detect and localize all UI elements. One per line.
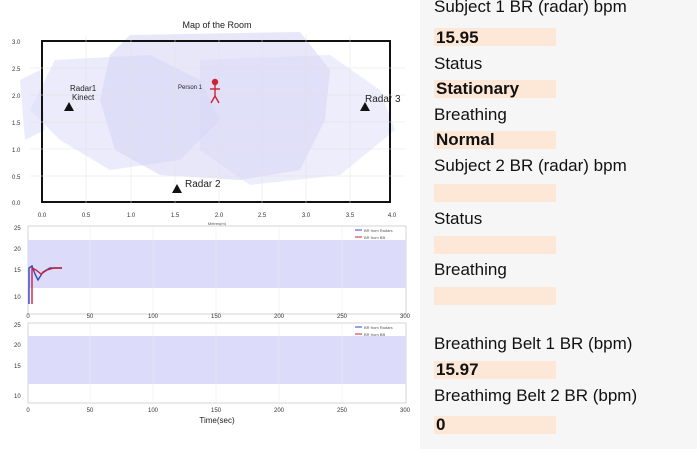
breathing1-label: Breathing — [434, 105, 507, 124]
person-label: Person 1 — [178, 85, 203, 91]
s2-x-tick: 100 — [148, 408, 159, 414]
s1-x-tick: 0 — [26, 314, 30, 320]
map-y-ticks: 3.0 2.5 2.0 1.5 1.0 0.5 0.0 — [12, 40, 21, 207]
subject1-br-label: Subject 1 BR (radar) bpm — [434, 0, 627, 16]
map-x-tick: 3.0 — [302, 213, 311, 219]
status1-value: Stationary — [436, 79, 520, 98]
status2-label: Status — [434, 209, 483, 228]
map-y-tick: 0.0 — [12, 201, 21, 207]
s1-x-tick: 100 — [148, 314, 159, 320]
map-x-tick: 2.0 — [215, 213, 224, 219]
map-x-tick: 1.5 — [171, 213, 180, 219]
map-x-tick: 1.0 — [127, 213, 136, 219]
s2-x-tick: 150 — [211, 408, 222, 414]
s1-x-tick: 50 — [87, 314, 94, 320]
s1-legend-belt: BR from BB — [364, 235, 385, 240]
map-title: Map of the Room — [182, 20, 251, 30]
radar2-marker-icon — [172, 184, 182, 193]
s2-x-tick: 50 — [87, 408, 94, 414]
status-panel: Subject 1 BR (radar) bpm 15.95 Status St… — [420, 0, 697, 449]
s1-y-tick: 20 — [14, 247, 21, 253]
belt1-label: Breathing Belt 1 BR (bpm) — [434, 334, 633, 353]
s2-legend-radar: BR from Radars — [364, 325, 393, 330]
map-x-tick: 3.5 — [346, 213, 355, 219]
belt1-value: 15.97 — [436, 360, 479, 379]
s1-x-tick: 200 — [274, 314, 285, 320]
s1-x-tick: 250 — [337, 314, 348, 320]
s2-legend-belt: BR from BB — [364, 332, 385, 337]
map-x-tick: 0.0 — [38, 213, 47, 219]
s2-y-tick: 25 — [14, 323, 21, 329]
s1-y-tick: 25 — [14, 226, 21, 232]
s2-x-tick: 200 — [274, 408, 285, 414]
radar1-sub-label: Kinect — [72, 93, 95, 102]
s2-x-tick: 250 — [337, 408, 348, 414]
plots-svg: Map of the Room 3.0 2.5 2.0 1.5 1.0 0.5 … — [12, 20, 411, 425]
map-x-tick: 4.0 — [388, 213, 397, 219]
radar2-label: Radar 2 — [185, 179, 221, 190]
s2-y-tick: 10 — [14, 394, 21, 400]
s2-x-tick: 0 — [26, 408, 30, 414]
s2-x-axis-label: Time(sec) — [199, 416, 235, 425]
map-y-tick: 2.0 — [12, 94, 21, 100]
status2-value-box — [434, 236, 556, 254]
map-x-axis-label: Metres(m) — [208, 221, 227, 226]
map-y-tick: 2.5 — [12, 67, 21, 73]
breathing1-value: Normal — [436, 130, 495, 149]
subject1-normal-band — [28, 240, 406, 288]
subject2-br-chart: 25 20 15 10 0 50 100 150 200 250 300 BR … — [14, 322, 411, 425]
subject2-normal-band — [28, 336, 406, 384]
s2-y-tick: 15 — [14, 364, 21, 370]
plots-panel: Map of the Room 3.0 2.5 2.0 1.5 1.0 0.5 … — [0, 0, 420, 449]
belt2-label: Breathimg Belt 2 BR (bpm) — [434, 386, 638, 405]
subject2-br-value-box — [434, 184, 556, 202]
breathing2-label: Breathing — [434, 260, 507, 279]
belt2-value-box — [434, 416, 556, 434]
radar1-label: Radar1 — [70, 84, 97, 93]
s2-x-tick: 300 — [400, 408, 411, 414]
subject1-br-value: 15.95 — [436, 28, 479, 47]
map-x-tick: 2.5 — [258, 213, 267, 219]
s1-x-tick: 150 — [211, 314, 222, 320]
map-y-tick: 1.0 — [12, 148, 21, 154]
s2-y-tick: 20 — [14, 343, 21, 349]
s1-x-tick: 300 — [400, 314, 411, 320]
map-y-tick: 0.5 — [12, 175, 21, 181]
radar3-label: Radar 3 — [365, 94, 401, 105]
belt2-value: 0 — [436, 415, 446, 434]
radar-coverage-area — [20, 32, 395, 185]
subject2-br-label: Subject 2 BR (radar) bpm — [434, 156, 627, 175]
map-y-tick: 1.5 — [12, 121, 21, 127]
map-x-tick: 0.5 — [82, 213, 91, 219]
map-y-tick: 3.0 — [12, 40, 21, 46]
breathing2-value-box — [434, 287, 556, 305]
s1-y-tick: 10 — [14, 295, 21, 301]
s1-legend-radar: BR from Radars — [364, 228, 393, 233]
status1-label: Status — [434, 54, 483, 73]
map-x-ticks: 0.0 0.5 1.0 1.5 2.0 2.5 3.0 3.5 4.0 — [38, 213, 397, 219]
s1-y-tick: 15 — [14, 268, 21, 274]
subject1-br-chart: 25 20 15 10 0 50 100 150 200 250 300 BR … — [14, 225, 411, 320]
